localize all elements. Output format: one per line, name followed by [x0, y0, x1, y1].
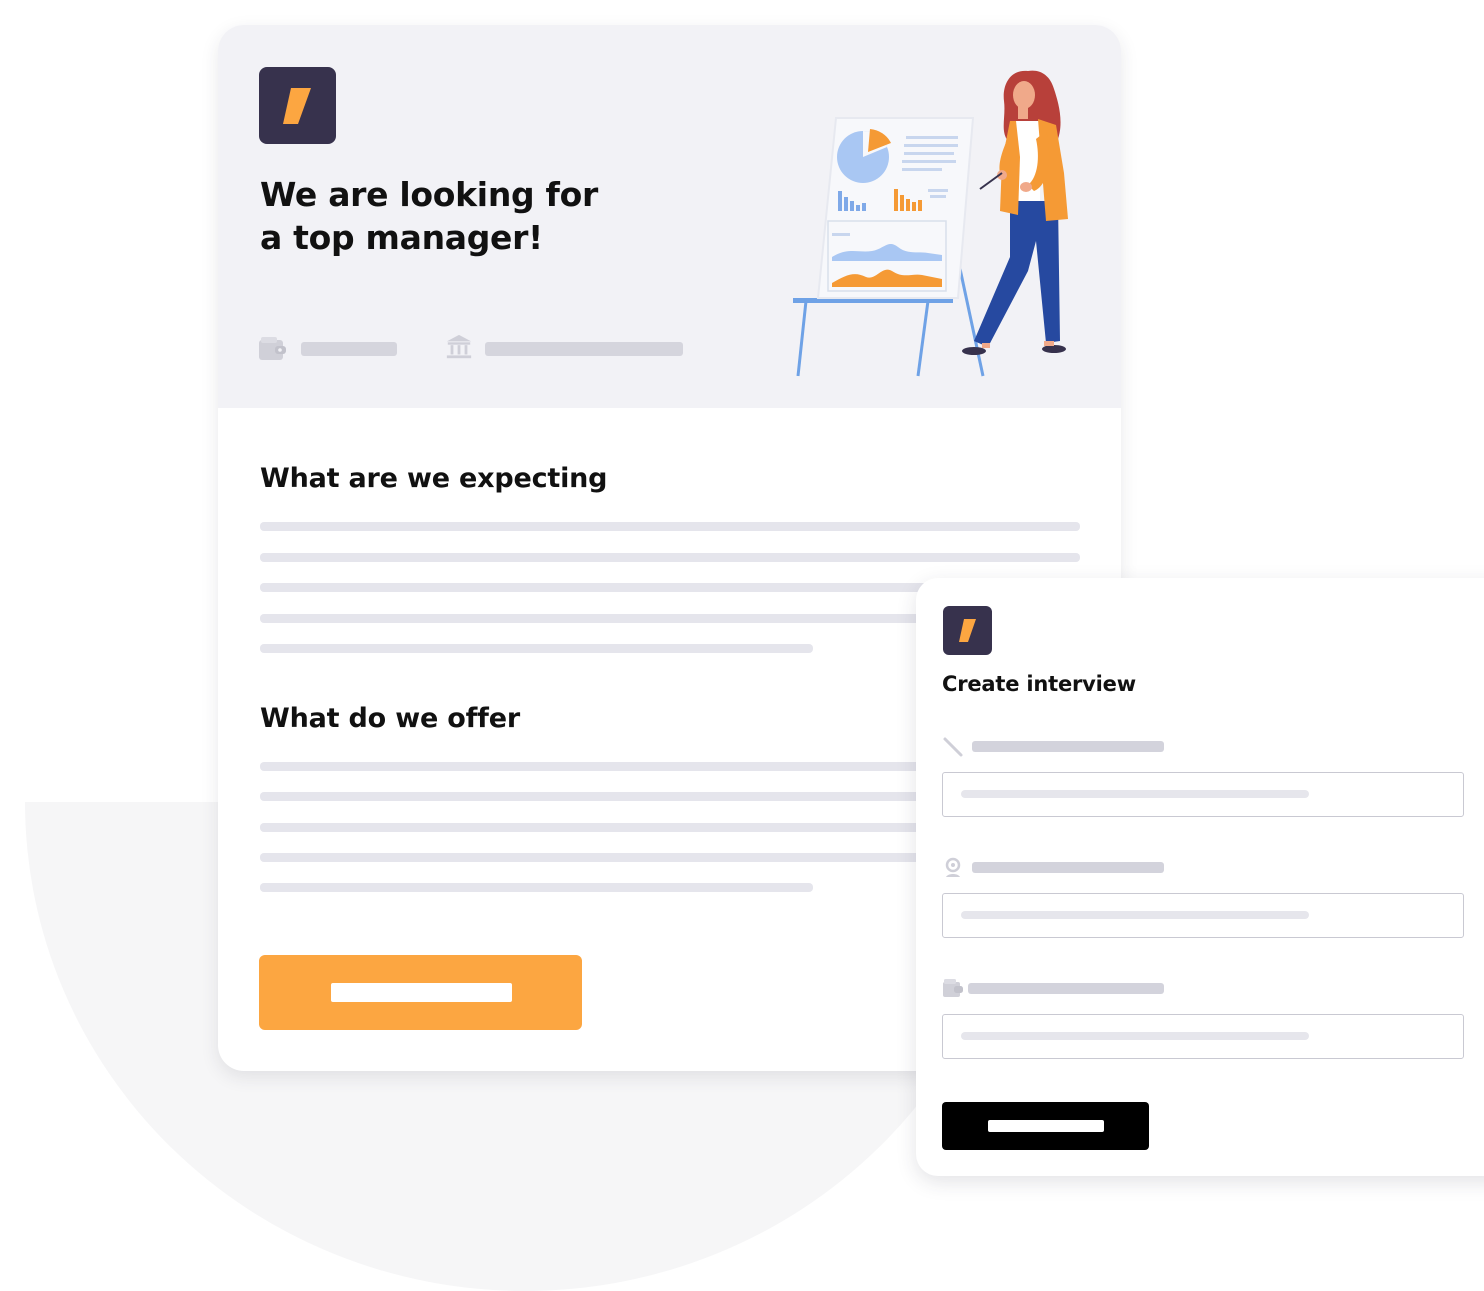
section-title-offer: What do we offer: [260, 703, 520, 734]
interview-title: Create interview: [942, 672, 1136, 696]
salary-input[interactable]: [942, 1014, 1464, 1059]
section-title-expecting: What are we expecting: [260, 463, 608, 494]
location-pin-icon: [945, 857, 961, 877]
input-placeholder: [961, 1032, 1309, 1040]
create-interview-card: Create interview: [916, 578, 1484, 1176]
create-interview-button[interactable]: [942, 1102, 1149, 1150]
pencil-icon: [943, 737, 963, 757]
text-placeholder-line: [260, 553, 1080, 562]
text-placeholder-line: [260, 644, 813, 653]
input-placeholder: [961, 911, 1309, 919]
job-title-line-2: a top manager!: [260, 218, 543, 257]
location-input[interactable]: [942, 893, 1464, 938]
text-placeholder-line: [260, 522, 1080, 531]
wallet-icon: [259, 337, 286, 360]
title-input[interactable]: [942, 772, 1464, 817]
presenter-illustration: [793, 70, 1068, 377]
company-logo-small: [943, 606, 992, 655]
job-title-line-1: We are looking for: [260, 175, 598, 214]
create-button-label-placeholder: [988, 1120, 1104, 1132]
bank-icon: [446, 334, 472, 359]
logo-slash-icon: [283, 88, 311, 124]
field-label-placeholder: [972, 862, 1164, 873]
apply-button-label-placeholder: [331, 983, 512, 1002]
meta-salary-placeholder: [301, 342, 397, 356]
input-placeholder: [961, 790, 1309, 798]
apply-button[interactable]: [259, 955, 582, 1030]
logo-slash-icon: [959, 619, 976, 642]
text-placeholder-line: [260, 883, 813, 892]
wallet-icon: [943, 979, 963, 997]
job-title: We are looking for a top manager!: [260, 173, 700, 259]
company-logo: [259, 67, 336, 144]
meta-company-placeholder: [485, 342, 683, 356]
job-header: We are looking for a top manager!: [218, 25, 1121, 408]
field-label-placeholder: [968, 983, 1164, 994]
field-label-placeholder: [972, 741, 1164, 752]
